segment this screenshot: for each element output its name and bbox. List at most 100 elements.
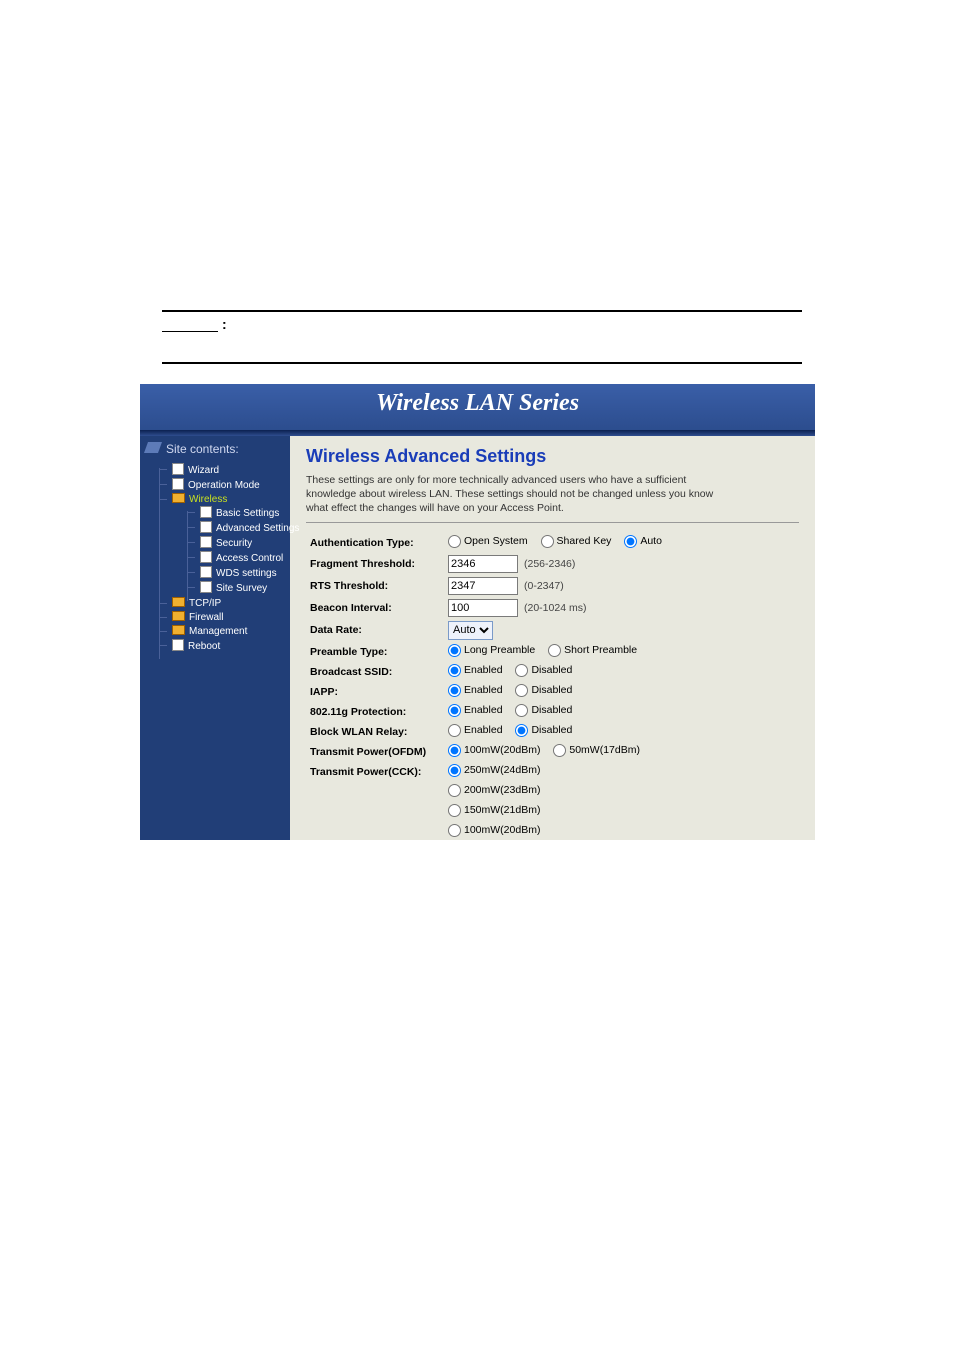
radio-label: Auto bbox=[640, 535, 662, 547]
broadcast-ssid-disabled-radio[interactable]: Disabled bbox=[515, 664, 572, 677]
fragment-threshold-label: Fragment Threshold: bbox=[306, 553, 444, 575]
sidebar-item-firewall[interactable]: Firewall bbox=[154, 610, 290, 624]
auth-type-shared-radio[interactable]: Shared Key bbox=[541, 535, 612, 548]
sidebar-item-site-survey[interactable]: Site Survey bbox=[182, 580, 290, 595]
auth-type-label: Authentication Type: bbox=[306, 533, 444, 553]
sidebar-item-label: TCP/IP bbox=[189, 598, 221, 609]
rts-threshold-input[interactable] bbox=[448, 577, 518, 595]
sidebar-item-label: Firewall bbox=[189, 612, 223, 623]
radio-label: Long Preamble bbox=[464, 644, 535, 656]
tx-ofdm-50mw-radio[interactable]: 50mW(17dBm) bbox=[553, 744, 640, 757]
rts-threshold-hint: (0-2347) bbox=[524, 580, 564, 592]
sidebar-item-label: Security bbox=[216, 538, 252, 549]
data-rate-select[interactable]: Auto bbox=[448, 621, 493, 640]
document-icon bbox=[200, 523, 216, 534]
document-icon bbox=[172, 480, 188, 491]
radio-label: 100mW(20dBm) bbox=[464, 824, 540, 836]
tx-power-ofdm-label: Transmit Power(OFDM) bbox=[306, 742, 444, 762]
radio-label: Disabled bbox=[531, 664, 572, 676]
sidebar-item-wds-settings[interactable]: WDS settings bbox=[182, 565, 290, 580]
protection-label: 802.11g Protection: bbox=[306, 702, 444, 722]
radio-label: 50mW(17dBm) bbox=[569, 744, 640, 756]
sidebar-item-label: Wizard bbox=[188, 465, 219, 476]
beacon-interval-hint: (20-1024 ms) bbox=[524, 602, 586, 614]
radio-label: 200mW(23dBm) bbox=[464, 784, 540, 796]
sidebar-item-label: Advanced Settings bbox=[216, 523, 299, 534]
separator bbox=[306, 522, 799, 523]
preamble-short-radio[interactable]: Short Preamble bbox=[548, 644, 637, 657]
sidebar-item-reboot[interactable]: Reboot bbox=[154, 638, 290, 653]
sidebar-item-label: Basic Settings bbox=[216, 508, 279, 519]
sidebar-item-label: Operation Mode bbox=[188, 480, 260, 491]
sidebar-item-tcpip[interactable]: TCP/IP bbox=[154, 596, 290, 610]
folder-icon bbox=[172, 598, 189, 609]
block-wlan-relay-label: Block WLAN Relay: bbox=[306, 722, 444, 742]
radio-label: Disabled bbox=[531, 704, 572, 716]
radio-label: Disabled bbox=[531, 724, 572, 736]
main-panel: Wireless Advanced Settings These setting… bbox=[290, 436, 815, 840]
tx-power-cck-label: Transmit Power(CCK): bbox=[306, 762, 444, 782]
broadcast-ssid-label: Broadcast SSID: bbox=[306, 662, 444, 682]
tx-cck-250mw-radio[interactable]: 250mW(24dBm) bbox=[448, 764, 540, 777]
tx-cck-100mw-radio[interactable]: 100mW(20dBm) bbox=[448, 824, 540, 837]
radio-label: 250mW(24dBm) bbox=[464, 764, 540, 776]
radio-label: Open System bbox=[464, 535, 528, 547]
document-icon bbox=[200, 538, 216, 549]
iapp-label: IAPP: bbox=[306, 682, 444, 702]
radio-label: Short Preamble bbox=[564, 644, 637, 656]
sidebar-item-label: Access Control bbox=[216, 553, 283, 564]
protection-enabled-radio[interactable]: Enabled bbox=[448, 704, 503, 717]
sidebar-item-advanced-settings[interactable]: Advanced Settings bbox=[182, 520, 290, 535]
document-icon bbox=[200, 583, 216, 594]
protection-disabled-radio[interactable]: Disabled bbox=[515, 704, 572, 717]
sidebar-item-label: WDS settings bbox=[216, 568, 277, 579]
radio-label: Enabled bbox=[464, 684, 503, 696]
sidebar-item-basic-settings[interactable]: Basic Settings bbox=[182, 505, 290, 520]
sidebar-item-security[interactable]: Security bbox=[182, 535, 290, 550]
fragment-threshold-input[interactable] bbox=[448, 555, 518, 573]
document-icon bbox=[172, 641, 188, 652]
auth-type-open-radio[interactable]: Open System bbox=[448, 535, 528, 548]
sidebar-item-wireless[interactable]: Wireless Basic Settings Advanced Setting… bbox=[154, 492, 290, 596]
sidebar-item-label: Reboot bbox=[188, 641, 220, 652]
sidebar-item-access-control[interactable]: Access Control bbox=[182, 550, 290, 565]
document-icon bbox=[172, 465, 188, 476]
sidebar: Site contents: Wizard Operation Mode Wir… bbox=[140, 436, 290, 840]
folder-icon bbox=[172, 626, 189, 637]
folder-icon bbox=[172, 612, 189, 623]
tx-cck-150mw-radio[interactable]: 150mW(21dBm) bbox=[448, 804, 540, 817]
document-icon bbox=[200, 508, 216, 519]
auth-type-auto-radio[interactable]: Auto bbox=[624, 535, 662, 548]
fragment-threshold-hint: (256-2346) bbox=[524, 558, 575, 570]
document-icon bbox=[200, 553, 216, 564]
sidebar-item-label: Site Survey bbox=[216, 583, 267, 594]
tx-cck-200mw-radio[interactable]: 200mW(23dBm) bbox=[448, 784, 540, 797]
radio-label: Enabled bbox=[464, 664, 503, 676]
radio-label: Enabled bbox=[464, 724, 503, 736]
banner-title: Wireless LAN Series bbox=[140, 384, 815, 430]
folder-icon bbox=[172, 494, 189, 505]
page-description: These settings are only for more technic… bbox=[306, 473, 736, 516]
document-icon bbox=[200, 568, 216, 579]
broadcast-ssid-enabled-radio[interactable]: Enabled bbox=[448, 664, 503, 677]
radio-label: 150mW(21dBm) bbox=[464, 804, 540, 816]
radio-label: 100mW(20dBm) bbox=[464, 744, 540, 756]
beacon-interval-label: Beacon Interval: bbox=[306, 597, 444, 619]
iapp-disabled-radio[interactable]: Disabled bbox=[515, 684, 572, 697]
sidebar-title: Site contents: bbox=[140, 440, 290, 462]
preamble-long-radio[interactable]: Long Preamble bbox=[448, 644, 535, 657]
radio-label: Disabled bbox=[531, 684, 572, 696]
settings-form: Authentication Type: Open System Shared … bbox=[306, 533, 676, 842]
block-relay-enabled-radio[interactable]: Enabled bbox=[448, 724, 503, 737]
sidebar-item-wizard[interactable]: Wizard bbox=[154, 462, 290, 477]
beacon-interval-input[interactable] bbox=[448, 599, 518, 617]
block-relay-disabled-radio[interactable]: Disabled bbox=[515, 724, 572, 737]
tx-ofdm-100mw-radio[interactable]: 100mW(20dBm) bbox=[448, 744, 540, 757]
sidebar-item-operation-mode[interactable]: Operation Mode bbox=[154, 477, 290, 492]
radio-label: Shared Key bbox=[557, 535, 612, 547]
data-rate-label: Data Rate: bbox=[306, 619, 444, 642]
iapp-enabled-radio[interactable]: Enabled bbox=[448, 684, 503, 697]
sidebar-item-management[interactable]: Management bbox=[154, 624, 290, 638]
sidebar-item-label: Management bbox=[189, 626, 247, 637]
preamble-type-label: Preamble Type: bbox=[306, 642, 444, 662]
